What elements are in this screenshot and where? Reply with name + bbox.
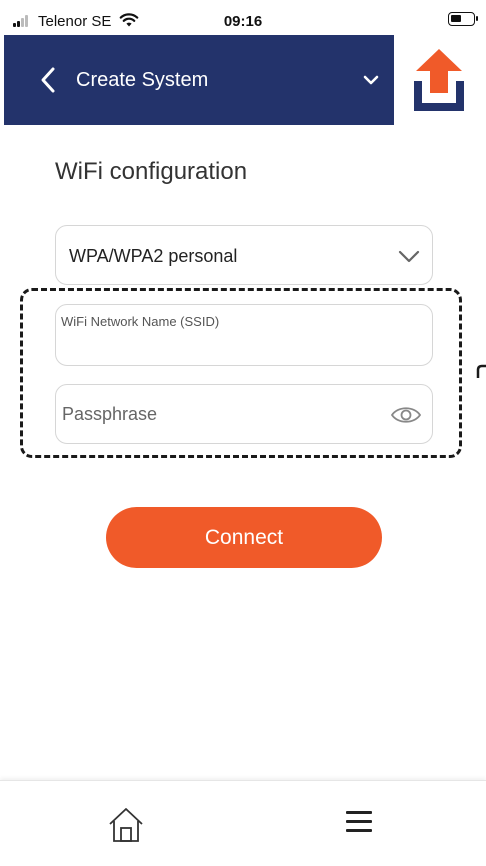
security-type-select[interactable]: WPA/WPA2 personal <box>55 225 433 285</box>
app-screen: Telenor SE 09:16 Create System WiFi conf… <box>0 0 486 866</box>
header-title: Create System <box>76 69 209 91</box>
logo-area <box>394 35 484 125</box>
clock: 09:16 <box>223 13 263 30</box>
ssid-field[interactable]: WiFi Network Name (SSID) <box>55 304 433 366</box>
home-button[interactable] <box>106 805 146 845</box>
system-dropdown-button[interactable] <box>356 65 386 95</box>
nav-bar: Create System <box>4 35 394 125</box>
edge-partial-icon <box>476 364 486 378</box>
passphrase-input[interactable] <box>62 401 372 427</box>
ssid-input[interactable] <box>61 335 421 359</box>
eye-icon <box>390 407 422 423</box>
ssid-label: WiFi Network Name (SSID) <box>61 314 220 329</box>
battery-icon <box>448 12 478 26</box>
show-password-button[interactable] <box>390 402 422 428</box>
back-button[interactable] <box>32 63 66 97</box>
bottom-nav <box>0 780 486 866</box>
upload-arrow-logo <box>414 49 464 111</box>
chevron-down-icon <box>363 75 379 85</box>
passphrase-field[interactable] <box>55 384 433 444</box>
page-title: WiFi configuration <box>55 158 248 185</box>
menu-button[interactable] <box>346 811 374 835</box>
connect-button[interactable]: Connect <box>106 507 382 568</box>
home-icon <box>109 808 143 842</box>
chevron-down-icon <box>398 250 420 263</box>
status-bar: Telenor SE 09:16 <box>0 0 486 34</box>
app-header: Create System <box>4 35 484 125</box>
chevron-left-icon <box>41 67 55 93</box>
security-type-value: WPA/WPA2 personal <box>69 246 238 266</box>
